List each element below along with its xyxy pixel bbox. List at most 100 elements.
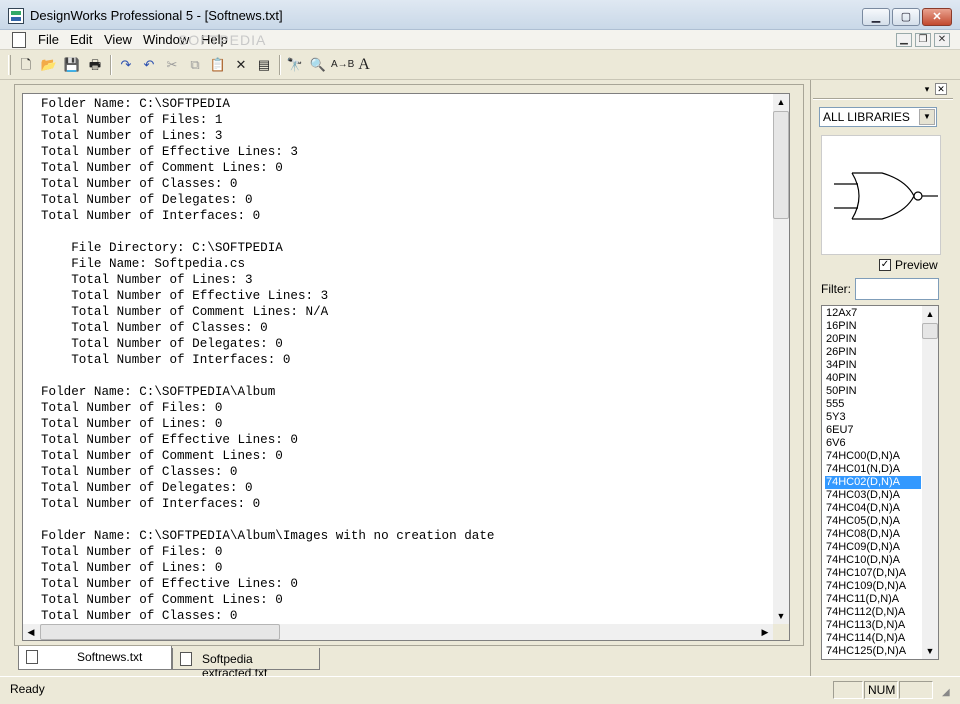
chevron-down-icon[interactable]: ▼: [919, 109, 935, 125]
close-button[interactable]: ✕: [922, 8, 952, 26]
print-icon[interactable]: 🖶: [84, 54, 106, 76]
library-list-item[interactable]: 6EU7: [825, 424, 921, 437]
font-icon[interactable]: A: [353, 54, 375, 76]
document-icon[interactable]: [12, 32, 26, 48]
library-list-item[interactable]: 26PIN: [825, 346, 921, 359]
library-list-item[interactable]: 74HC109(D,N)A: [825, 580, 921, 593]
cut-icon[interactable]: ✂: [161, 54, 183, 76]
library-list-item[interactable]: 74HC125(D,N)A: [825, 645, 921, 658]
find-next-icon[interactable]: 🔍: [307, 54, 329, 76]
nor-gate-icon: [834, 172, 938, 220]
library-list-item[interactable]: 74HC112(D,N)A: [825, 606, 921, 619]
scroll-down-icon[interactable]: ▼: [773, 608, 789, 624]
toolbar: 🗋 📂 💾 🖶 ↷ ↶ ✂ ⧉ 📋 ✕ ▤ 🔭 🔍 A→B A: [0, 50, 960, 80]
maximize-button[interactable]: ▢: [892, 8, 920, 26]
tab-softnews[interactable]: Softnews.txt: [18, 646, 172, 670]
resize-grip-icon[interactable]: ◢: [942, 687, 950, 698]
editor-line: Total Number of Files: 0: [41, 401, 223, 415]
library-list-item[interactable]: 74HC10(D,N)A: [825, 554, 921, 567]
library-list[interactable]: 74HC125(D,N)A 74HC114(D,N)A 74HC113(D,N)A 7…: [821, 305, 939, 660]
panel-menu-icon[interactable]: ▾: [921, 83, 933, 95]
title-bar: DesignWorks Professional 5 - [Softnews.t…: [0, 0, 960, 30]
scroll-left-icon[interactable]: ◀: [23, 624, 39, 640]
editor-line: Total Number of Effective Lines: 0: [41, 433, 298, 447]
library-list-item[interactable]: 34PIN: [825, 359, 921, 372]
app-icon[interactable]: [8, 8, 24, 24]
paste-icon[interactable]: 📋: [207, 54, 229, 76]
delete-icon[interactable]: ✕: [230, 54, 252, 76]
list-scrollbar[interactable]: ▲ ▼: [922, 306, 938, 659]
properties-icon[interactable]: ▤: [253, 54, 275, 76]
watermark: SOFTPEDIA: [178, 32, 267, 48]
status-pane-num: NUM: [864, 681, 898, 699]
library-list-item[interactable]: 74HC11(D,N)A: [825, 593, 921, 606]
library-list-item[interactable]: 16PIN: [825, 320, 921, 333]
copy-icon[interactable]: ⧉: [184, 54, 206, 76]
library-list-item[interactable]: 74HC107(D,N)A: [825, 567, 921, 580]
status-pane-caps: [833, 681, 863, 699]
new-icon[interactable]: 🗋: [15, 54, 37, 76]
open-icon[interactable]: 📂: [38, 54, 60, 76]
library-list-item[interactable]: 12Ax7: [825, 307, 921, 320]
library-list-item[interactable]: 20PIN: [825, 333, 921, 346]
mdi-restore-button[interactable]: ❐: [915, 33, 931, 47]
menu-edit[interactable]: Edit: [70, 32, 92, 47]
redo-icon[interactable]: ↷: [115, 54, 137, 76]
library-select-value: ALL LIBRARIES: [823, 110, 910, 124]
text-editor[interactable]: Folder Name: C:\SOFTPEDIA Total Number of…: [22, 93, 790, 641]
library-list-item[interactable]: 74HC114(D,N)A: [825, 632, 921, 645]
undo-icon[interactable]: ↶: [138, 54, 160, 76]
horizontal-scroll-thumb[interactable]: [40, 624, 280, 640]
menu-view[interactable]: View: [104, 32, 132, 47]
library-list-item[interactable]: 50PIN: [825, 385, 921, 398]
editor-line: Total Number of Effective Lines: 0: [41, 577, 298, 591]
scroll-up-icon[interactable]: ▲: [773, 94, 789, 110]
editor-content[interactable]: Folder Name: C:\SOFTPEDIA Total Number of…: [41, 96, 771, 622]
menu-file[interactable]: File: [38, 32, 59, 47]
scroll-down-icon[interactable]: ▼: [922, 643, 938, 659]
library-list-item[interactable]: 5Y3: [825, 411, 921, 424]
vertical-scrollbar[interactable]: ▲ ▼: [773, 94, 789, 624]
preview-checkbox[interactable]: ✓: [879, 259, 891, 271]
library-list-item[interactable]: 74HC03(D,N)A: [825, 489, 921, 502]
toolbar-grip: [8, 55, 11, 75]
scroll-up-icon[interactable]: ▲: [922, 306, 938, 322]
library-list-item[interactable]: 74HC05(D,N)A: [825, 515, 921, 528]
list-scroll-thumb[interactable]: [922, 323, 938, 339]
find-icon[interactable]: 🔭: [284, 54, 306, 76]
scrollbar-corner: [773, 624, 789, 640]
library-list-item[interactable]: 74HC01(N,D)A: [825, 463, 921, 476]
panel-close-icon[interactable]: ✕: [935, 83, 947, 95]
library-list-item[interactable]: 6V6: [825, 437, 921, 450]
replace-icon[interactable]: A→B: [330, 54, 354, 76]
symbol-preview: [821, 135, 941, 255]
document-tabs: Softnews.txt Softpedia extracted.txt: [14, 646, 804, 680]
library-list-item[interactable]: 74HC09(D,N)A: [825, 541, 921, 554]
mdi-close-button[interactable]: ✕: [934, 33, 950, 47]
library-list-item[interactable]: 74HC02(D,N)A: [825, 476, 921, 489]
library-list-item[interactable]: 74HC00(D,N)A: [825, 450, 921, 463]
library-list-item[interactable]: 74HC08(D,N)A: [825, 528, 921, 541]
vertical-scroll-thumb[interactable]: [773, 111, 789, 219]
minimize-button[interactable]: ▁: [862, 8, 890, 26]
tab-softpedia-extracted[interactable]: Softpedia extracted.txt: [172, 648, 320, 680]
library-list-item[interactable]: 74HC04(D,N)A: [825, 502, 921, 515]
mdi-minimize-button[interactable]: ▁: [896, 33, 912, 47]
library-select[interactable]: ALL LIBRARIES ▼: [819, 107, 937, 127]
library-list-item[interactable]: 40PIN: [825, 372, 921, 385]
preview-label: Preview: [895, 258, 938, 272]
window-title: DesignWorks Professional 5 - [Softnews.t…: [30, 8, 283, 23]
library-list-item[interactable]: 555: [825, 398, 921, 411]
library-list-item[interactable]: 74HC113(D,N)A: [825, 619, 921, 632]
editor-line: Total Number of Comment Lines: 0: [41, 593, 283, 607]
save-icon[interactable]: 💾: [61, 54, 83, 76]
horizontal-scrollbar[interactable]: ◀ ▶: [23, 624, 773, 640]
editor-line: Total Number of Interfaces: 0: [41, 353, 291, 367]
editor-line: File Directory: C:\SOFTPEDIA: [41, 241, 283, 255]
filter-input[interactable]: [855, 278, 939, 300]
editor-line: Total Number of Interfaces: 0: [41, 497, 261, 511]
scroll-right-icon[interactable]: ▶: [757, 624, 773, 640]
